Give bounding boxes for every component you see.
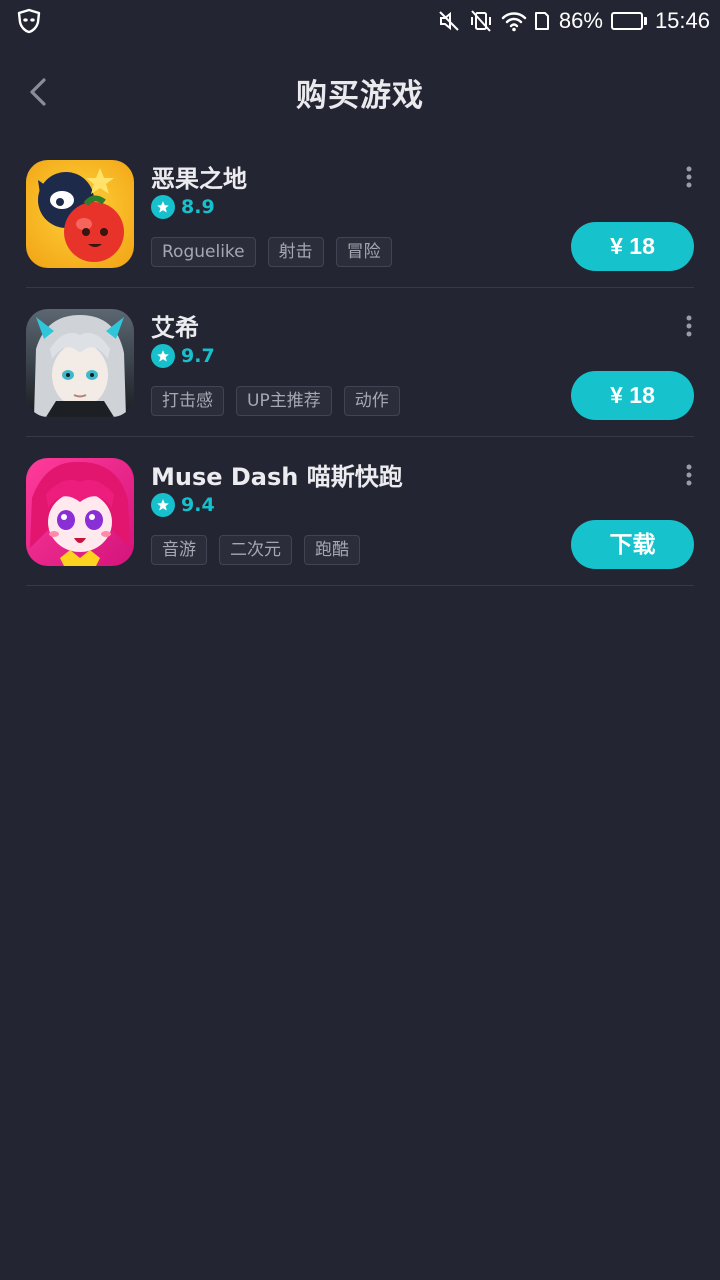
- game-row[interactable]: Muse Dash 喵斯快跑 9.4 音游 二次元 跑酷 下载: [26, 437, 694, 586]
- buy-button[interactable]: ¥ 18: [571, 371, 694, 420]
- status-bar: 86% 15:46: [0, 0, 720, 42]
- game-tag[interactable]: 二次元: [219, 535, 292, 565]
- vibrate-off-icon: [469, 9, 493, 33]
- page-title: 购买游戏: [296, 78, 424, 114]
- more-options-button[interactable]: [682, 165, 696, 189]
- tag-list: 音游 二次元 跑酷: [151, 535, 360, 565]
- game-tag[interactable]: 打击感: [151, 386, 224, 416]
- more-options-button[interactable]: [682, 314, 696, 338]
- star-icon: [151, 195, 175, 219]
- game-tag[interactable]: 音游: [151, 535, 207, 565]
- game-tag[interactable]: UP主推荐: [236, 386, 332, 416]
- rating-value: 9.4: [181, 494, 215, 516]
- tag-list: Roguelike 射击 冒险: [151, 237, 392, 267]
- game-rating: 9.4: [151, 493, 215, 517]
- mute-icon: [437, 9, 461, 33]
- download-button[interactable]: 下载: [571, 520, 694, 569]
- rating-value: 8.9: [181, 196, 215, 218]
- app-header: 购买游戏: [0, 52, 720, 132]
- more-vertical-icon: [686, 166, 692, 188]
- game-icon-muse-dash[interactable]: [26, 458, 134, 566]
- game-tag[interactable]: 跑酷: [304, 535, 360, 565]
- more-vertical-icon: [686, 464, 692, 486]
- rating-value: 9.7: [181, 345, 215, 367]
- sim-icon: [533, 9, 551, 33]
- game-list: 恶果之地 8.9 Roguelike 射击 冒险 ¥ 18 艾希 9.7 打击感…: [26, 139, 694, 586]
- game-tag[interactable]: 射击: [267, 237, 324, 267]
- battery-icon: [610, 12, 647, 30]
- game-name[interactable]: 恶果之地: [151, 159, 247, 194]
- wifi-icon: [501, 9, 527, 33]
- battery-percent: 86%: [558, 8, 603, 33]
- game-tag[interactable]: 动作: [343, 386, 400, 416]
- game-name[interactable]: Muse Dash 喵斯快跑: [151, 457, 403, 492]
- game-name[interactable]: 艾希: [151, 308, 199, 343]
- game-row[interactable]: 恶果之地 8.9 Roguelike 射击 冒险 ¥ 18: [26, 139, 694, 288]
- tag-list: 打击感 UP主推荐 动作: [151, 386, 400, 416]
- game-rating: 9.7: [151, 344, 215, 368]
- game-icon-ekuozhidi[interactable]: [26, 160, 134, 268]
- game-tag[interactable]: 冒险: [335, 237, 392, 267]
- more-vertical-icon: [686, 315, 692, 337]
- star-icon: [151, 493, 175, 517]
- buy-button[interactable]: ¥ 18: [571, 222, 694, 271]
- shield-mask-icon: [16, 8, 42, 34]
- game-rating: 8.9: [151, 195, 215, 219]
- star-icon: [151, 344, 175, 368]
- more-options-button[interactable]: [682, 463, 696, 487]
- game-tag[interactable]: Roguelike: [151, 237, 256, 267]
- clock-time: 15:46: [654, 8, 710, 33]
- game-icon-aixi[interactable]: [26, 309, 134, 417]
- game-row[interactable]: 艾希 9.7 打击感 UP主推荐 动作 ¥ 18: [26, 288, 694, 437]
